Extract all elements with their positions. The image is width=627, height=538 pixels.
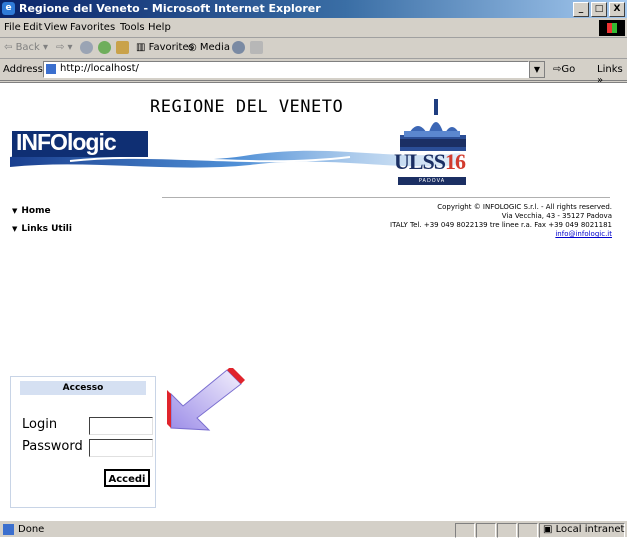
accedi-button[interactable]: Accedi (104, 469, 150, 487)
phone-line: ITALY Tel. +39 049 8022139 tre linee r.a… (390, 221, 612, 229)
padova-label: PADOVA (398, 177, 466, 185)
header-divider (162, 197, 610, 198)
close-button[interactable]: X (609, 2, 625, 17)
menu-bar: File Edit View Favorites Tools Help (0, 18, 627, 38)
address-label: Address (3, 64, 43, 75)
pointer-arrow-icon (167, 368, 245, 431)
page-icon (46, 64, 56, 74)
menu-edit[interactable]: Edit (23, 22, 42, 33)
refresh-icon[interactable] (98, 41, 111, 54)
address-url[interactable]: http://localhost/ (60, 63, 139, 74)
copyright-block: Copyright © INFOLOGIC S.r.l. - All right… (390, 203, 612, 239)
email-link[interactable]: info@infologic.it (390, 230, 612, 239)
address-dropdown-button[interactable]: ▼ (529, 61, 545, 78)
windows-logo-icon (599, 20, 625, 36)
menu-tools[interactable]: Tools (120, 22, 145, 33)
login-input[interactable] (89, 417, 153, 435)
favorites-button[interactable]: ▥ Favorites (136, 42, 194, 53)
status-bar: Done ▣ Local intranet (0, 520, 627, 538)
status-pane (497, 523, 517, 538)
window-title: Regione del Veneto - Microsoft Internet … (19, 2, 321, 15)
header-title: REGIONE DEL VENETO (150, 97, 344, 117)
zone-label: ▣ Local intranet (543, 524, 625, 535)
ie-icon: e (2, 2, 15, 15)
ulss-logo-text: ULSS16 (394, 149, 466, 174)
media-button[interactable]: ◎ Media (188, 42, 230, 53)
home-icon[interactable] (116, 41, 129, 54)
toolbar: ⇦ Back ▾ ⇨ ▾ ▥ Favorites ◎ Media (0, 38, 627, 59)
menu-favorites[interactable]: Favorites (70, 22, 115, 33)
stop-icon[interactable] (80, 41, 93, 54)
nav-item-home[interactable]: ▼ Home (12, 206, 72, 216)
address-bar: Address http://localhost/ ▼ ⇨Go Links » (0, 59, 627, 86)
go-button[interactable]: ⇨Go (553, 64, 575, 75)
password-label: Password (22, 439, 83, 454)
title-bar: e Regione del Veneto - Microsoft Interne… (0, 0, 627, 18)
login-label: Login (22, 417, 58, 432)
print-icon[interactable] (250, 41, 263, 54)
address-line: Via Vecchia, 43 - 35127 Padova (501, 212, 612, 220)
menu-help[interactable]: Help (148, 22, 171, 33)
status-pane (518, 523, 538, 538)
maximize-button[interactable]: □ (591, 2, 607, 17)
side-nav: ▼ Home ▼ Links Utili (12, 206, 72, 242)
page-done-icon (3, 524, 14, 535)
status-pane (455, 523, 475, 538)
status-text: Done (18, 524, 45, 535)
nav-item-links-utili[interactable]: ▼ Links Utili (12, 224, 72, 234)
address-input[interactable]: http://localhost/ (43, 61, 529, 78)
menu-view[interactable]: View (44, 22, 68, 33)
password-input[interactable] (89, 439, 153, 457)
infologic-logo: INFOlogic (12, 129, 148, 157)
copyright-line: Copyright © INFOLOGIC S.r.l. - All right… (437, 203, 612, 211)
page-content: REGIONE DEL VENETO INFOlogic ULSS16 PADO… (0, 82, 627, 520)
status-pane (476, 523, 496, 538)
back-button[interactable]: ⇦ Back ▾ (4, 42, 48, 53)
menu-file[interactable]: File (4, 22, 21, 33)
minimize-button[interactable]: _ (573, 2, 589, 17)
site-header: REGIONE DEL VENETO INFOlogic ULSS16 PADO… (8, 87, 608, 189)
history-icon[interactable] (232, 41, 245, 54)
login-heading: Accesso (20, 381, 146, 395)
login-panel: Accesso Login Password Accedi (10, 376, 156, 508)
forward-button[interactable]: ⇨ ▾ (56, 42, 73, 53)
browser-window: e Regione del Veneto - Microsoft Interne… (0, 0, 627, 538)
